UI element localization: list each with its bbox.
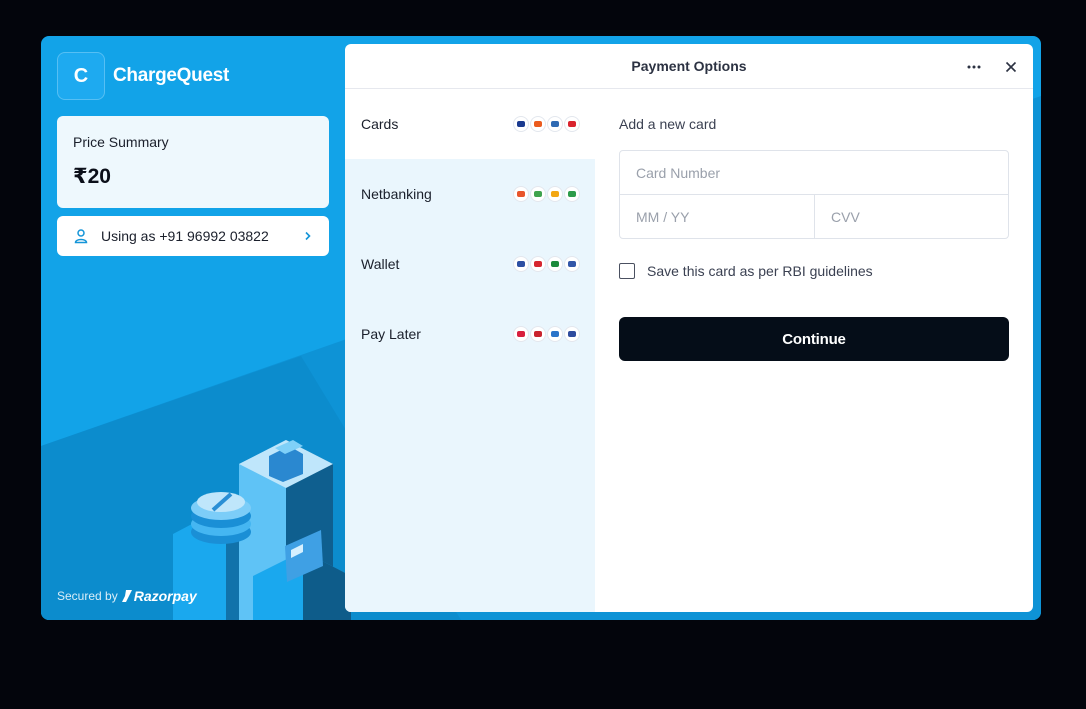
bank-icon bbox=[548, 187, 562, 201]
user-contact-text: Using as +91 96992 03822 bbox=[101, 228, 269, 244]
method-pay-later[interactable]: Pay Later bbox=[345, 299, 595, 369]
more-options-button[interactable] bbox=[963, 56, 985, 78]
razorpay-logo: Razorpay bbox=[121, 588, 197, 604]
razorpay-icon bbox=[121, 590, 132, 602]
panel-header: Payment Options bbox=[345, 44, 1033, 89]
user-icon bbox=[73, 228, 89, 244]
paylater-icon bbox=[548, 327, 562, 341]
bank-icon bbox=[565, 187, 579, 201]
method-label: Pay Later bbox=[361, 326, 421, 342]
payment-method-list: Cards Netbanking Wallet Pay Later bbox=[345, 89, 595, 612]
close-icon bbox=[1005, 61, 1017, 73]
card-number-field bbox=[620, 151, 1008, 194]
price-amount: ₹20 bbox=[73, 165, 111, 188]
method-icons bbox=[514, 257, 579, 271]
merchant-brand: C ChargeQuest bbox=[57, 52, 229, 100]
expiry-field bbox=[620, 195, 814, 238]
method-cards[interactable]: Cards bbox=[345, 89, 595, 159]
wallet-icon bbox=[514, 257, 528, 271]
maestro-icon bbox=[565, 117, 579, 131]
bank-icon bbox=[531, 187, 545, 201]
form-title: Add a new card bbox=[619, 116, 717, 132]
wallet-icon bbox=[565, 257, 579, 271]
razorpay-name: Razorpay bbox=[133, 588, 197, 604]
visa-icon bbox=[514, 117, 528, 131]
card-form: Add a new card Save this card as per RBI… bbox=[619, 89, 1009, 361]
wallet-icon bbox=[548, 257, 562, 271]
save-card-label: Save this card as per RBI guidelines bbox=[647, 263, 873, 279]
checkout-modal: C ChargeQuest Price Summary ₹20 Using as… bbox=[41, 36, 1041, 620]
close-button[interactable] bbox=[1000, 56, 1022, 78]
method-icons bbox=[514, 187, 579, 201]
merchant-name: ChargeQuest bbox=[113, 65, 230, 86]
paylater-icon bbox=[514, 327, 528, 341]
continue-button[interactable]: Continue bbox=[619, 317, 1009, 361]
method-netbanking[interactable]: Netbanking bbox=[345, 159, 595, 229]
price-summary-label: Price Summary bbox=[73, 134, 169, 150]
cvv-input[interactable] bbox=[831, 208, 992, 225]
card-number-input[interactable] bbox=[636, 164, 992, 181]
save-card-option[interactable]: Save this card as per RBI guidelines bbox=[619, 263, 1009, 279]
secured-by-label: Secured by bbox=[57, 589, 118, 603]
bank-icon bbox=[514, 187, 528, 201]
payment-panel: Payment Options Cards Netbanking Wallet … bbox=[345, 44, 1033, 612]
mastercard-icon bbox=[531, 117, 545, 131]
user-contact-button[interactable]: Using as +91 96992 03822 bbox=[57, 216, 329, 256]
method-label: Netbanking bbox=[361, 186, 432, 202]
merchant-logo: C bbox=[57, 52, 105, 100]
chevron-right-icon bbox=[303, 228, 313, 244]
method-label: Cards bbox=[361, 116, 399, 132]
paylater-icon bbox=[531, 327, 545, 341]
rupay-icon bbox=[548, 117, 562, 131]
cvv-field bbox=[814, 195, 1008, 238]
secured-by: Secured by Razorpay bbox=[57, 588, 197, 604]
card-input-group bbox=[619, 150, 1009, 239]
method-label: Wallet bbox=[361, 256, 400, 272]
method-icons bbox=[514, 117, 579, 131]
more-horizontal-icon bbox=[967, 65, 981, 69]
price-summary-card: Price Summary ₹20 bbox=[57, 116, 329, 208]
expiry-input[interactable] bbox=[636, 208, 798, 225]
paylater-icon bbox=[565, 327, 579, 341]
method-icons bbox=[514, 327, 579, 341]
wallet-icon bbox=[531, 257, 545, 271]
method-wallet[interactable]: Wallet bbox=[345, 229, 595, 299]
panel-title: Payment Options bbox=[631, 58, 747, 74]
expiry-cvv-row bbox=[620, 194, 1008, 238]
save-card-checkbox[interactable] bbox=[619, 263, 635, 279]
